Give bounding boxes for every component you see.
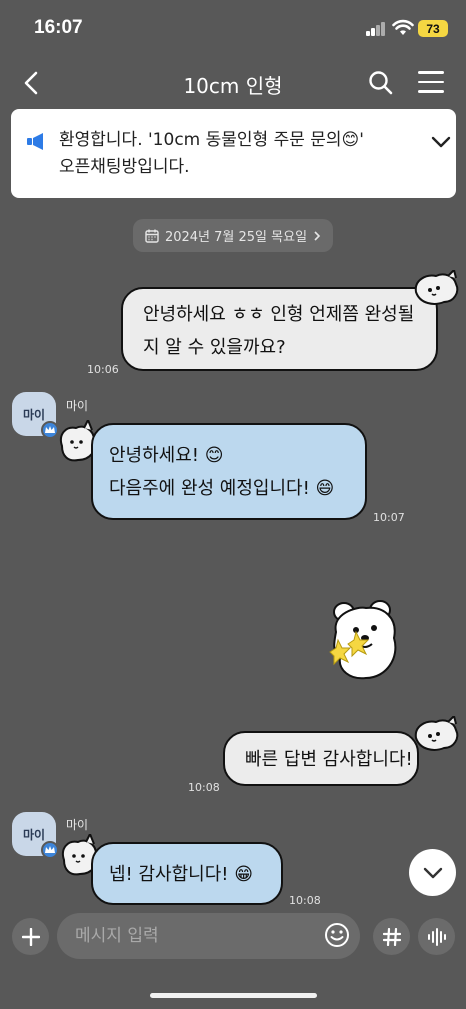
battery-level: 73 <box>426 21 440 36</box>
wifi-icon <box>392 19 414 35</box>
bear-sticker[interactable] <box>322 600 404 684</box>
plus-button[interactable] <box>12 918 49 955</box>
notice-text: 환영합니다. '10cm 동물인형 주문 문의😊' 오픈채팅방입니다. <box>59 127 409 181</box>
chevron-down-icon <box>423 867 442 878</box>
message-time: 10:08 <box>289 894 321 907</box>
composer-bar <box>0 910 466 966</box>
message-bubble-incoming[interactable]: 넵! 감사합니다! 😁 <box>91 842 283 905</box>
hash-icon <box>382 927 401 946</box>
megaphone-icon <box>27 133 43 150</box>
cellular-signal-icon <box>366 22 386 36</box>
message-line: 빠른 답변 감사합니다! <box>245 749 413 770</box>
hash-button[interactable] <box>373 918 410 955</box>
message-line: 지 알 수 있을까요? <box>143 337 286 358</box>
battery-indicator: 73 <box>418 20 448 37</box>
chevron-down-icon[interactable] <box>431 135 451 149</box>
status-bar: 16:07 73 <box>0 0 466 58</box>
notice-line-2: 오픈채팅방입니다. <box>59 157 190 177</box>
emoji-icon[interactable] <box>323 921 351 949</box>
message-line: 다음주에 완성 예정입니다! 😄 <box>109 478 335 499</box>
date-label: 2024년 7월 25일 목요일 <box>164 230 308 245</box>
sender-name: 마이 <box>66 818 89 832</box>
voice-button[interactable] <box>418 918 455 955</box>
notice-line-1: 환영합니다. '10cm 동물인형 주문 문의😊' <box>59 130 364 150</box>
message-time: 10:08 <box>188 781 220 794</box>
voice-wave-icon <box>427 927 446 946</box>
search-icon[interactable] <box>368 70 394 96</box>
hamburger-menu-icon[interactable] <box>418 71 444 93</box>
message-bubble-outgoing[interactable]: 안녕하세요 ㅎㅎ 인형 언제쯤 완성될 지 알 수 있을까요? <box>121 287 438 371</box>
message-line: 안녕하세요 ㅎㅎ 인형 언제쯤 완성될 <box>143 304 415 325</box>
home-indicator <box>150 993 317 998</box>
avatar-label: 마이 <box>22 407 46 422</box>
message-time: 10:06 <box>87 363 119 376</box>
date-divider[interactable]: 2024년 7월 25일 목요일 <box>133 219 333 252</box>
crown-icon <box>41 841 59 859</box>
message-bubble-incoming[interactable]: 안녕하세요! 😊 다음주에 완성 예정입니다! 😄 <box>91 423 367 520</box>
message-input[interactable] <box>57 913 360 959</box>
avatar[interactable]: 마이 <box>12 812 59 859</box>
chat-title: 10cm 인형 <box>183 74 283 98</box>
scroll-to-bottom-button[interactable] <box>409 849 456 896</box>
chevron-right-icon <box>314 230 321 241</box>
chat-header: 10cm 인형 <box>0 58 466 108</box>
message-bubble-outgoing[interactable]: 빠른 답변 감사합니다! <box>223 731 419 786</box>
sender-name: 마이 <box>66 399 89 413</box>
message-line: 넵! 감사합니다! 😁 <box>109 864 253 885</box>
message-time: 10:07 <box>373 511 405 524</box>
bunny-corner-sticker <box>414 270 459 305</box>
calendar-icon <box>145 229 159 243</box>
notice-banner[interactable]: 환영합니다. '10cm 동물인형 주문 문의😊' 오픈채팅방입니다. <box>11 109 456 198</box>
status-time: 16:07 <box>34 17 83 38</box>
message-line: 안녕하세요! 😊 <box>109 445 224 466</box>
bunny-corner-sticker <box>414 716 459 751</box>
avatar[interactable]: 마이 <box>12 392 59 439</box>
plus-icon <box>21 927 40 946</box>
avatar-label: 마이 <box>22 827 46 842</box>
